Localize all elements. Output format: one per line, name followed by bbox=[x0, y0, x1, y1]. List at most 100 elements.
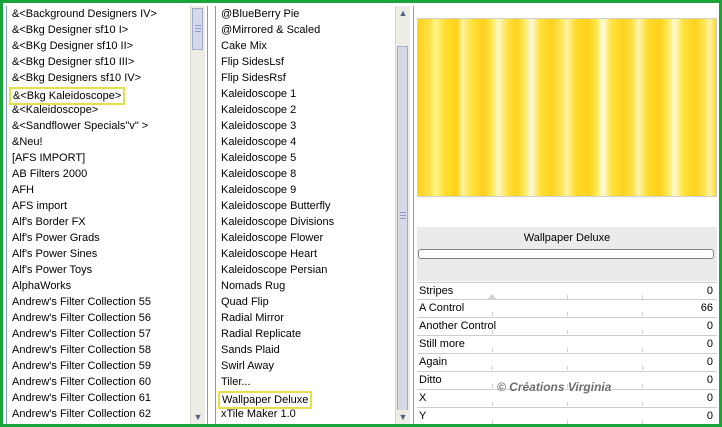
filter-item[interactable]: Kaleidoscope 9 bbox=[221, 183, 296, 198]
filter-item[interactable]: Cake Mix bbox=[221, 39, 267, 54]
control-value: 0 bbox=[706, 410, 713, 422]
control-label: Y bbox=[419, 410, 427, 422]
filter-item[interactable]: Kaleidoscope Persian bbox=[221, 263, 327, 278]
category-item[interactable]: Andrew's Filter Collection 59 bbox=[12, 359, 151, 374]
filter-item[interactable]: Sands Plaid bbox=[221, 343, 280, 358]
filter-item[interactable]: Kaleidoscope 5 bbox=[221, 151, 296, 166]
slider-tick bbox=[642, 348, 643, 352]
category-item[interactable]: Andrew's Filter Collection 60 bbox=[12, 375, 151, 390]
category-item[interactable]: Andrew's Filter Collection 61 bbox=[12, 391, 151, 406]
filter-list-scrollbar[interactable]: ▲ ▼ bbox=[395, 6, 410, 424]
control-label: Stripes bbox=[419, 285, 454, 297]
category-item[interactable]: Andrew's Filter Collection 62 bbox=[12, 407, 151, 422]
category-item[interactable]: &<Bkg Designers sf10 IV> bbox=[12, 71, 141, 86]
filter-item[interactable]: @BlueBerry Pie bbox=[221, 7, 299, 22]
category-item[interactable]: Andrew's Filter Collection 55 bbox=[12, 295, 151, 310]
filter-item[interactable]: Swirl Away bbox=[221, 359, 274, 374]
filter-item[interactable]: Kaleidoscope Butterfly bbox=[221, 199, 330, 214]
category-item[interactable]: AlphaWorks bbox=[12, 279, 71, 294]
filter-item[interactable]: Flip SidesLsf bbox=[221, 55, 284, 70]
category-item[interactable]: &Neu! bbox=[12, 135, 43, 150]
control-label: X bbox=[419, 392, 427, 404]
control-row-a-control[interactable]: A Control 66 bbox=[417, 294, 717, 316]
slider-tick bbox=[642, 312, 643, 316]
slider-tick bbox=[642, 384, 643, 388]
category-item[interactable]: Andrew's Filter Collection 56 bbox=[12, 311, 151, 326]
category-item[interactable]: &<Background Designers IV> bbox=[12, 7, 157, 22]
category-item[interactable]: Alf's Border FX bbox=[12, 215, 86, 230]
filter-item[interactable]: Radial Mirror bbox=[221, 311, 284, 326]
category-item[interactable]: Alf's Power Toys bbox=[12, 263, 92, 278]
slider-tick bbox=[492, 366, 493, 370]
slider-tick bbox=[567, 420, 568, 424]
filter-dialog: &<Background Designers IV> &<Bkg Designer… bbox=[0, 0, 722, 427]
control-row-y[interactable]: Y 0 bbox=[417, 407, 717, 424]
slider-tick bbox=[642, 366, 643, 370]
slider-tick bbox=[492, 312, 493, 316]
category-item[interactable]: Alf's Power Grads bbox=[12, 231, 100, 246]
filter-item[interactable]: Kaleidoscope 4 bbox=[221, 135, 296, 150]
control-label: Ditto bbox=[419, 374, 442, 386]
filter-item[interactable]: Kaleidoscope 1 bbox=[221, 87, 296, 102]
category-item[interactable]: &<BKg Designer sf10 II> bbox=[12, 39, 133, 54]
filter-item[interactable]: Radial Replicate bbox=[221, 327, 301, 342]
filter-list[interactable]: @BlueBerry Pie @Mirrored & Scaled Cake Mix… bbox=[215, 6, 414, 424]
chevron-up-icon[interactable]: ▲ bbox=[396, 6, 410, 20]
control-label: Again bbox=[419, 356, 448, 368]
control-row-another-control[interactable]: Another Control 0 bbox=[417, 317, 717, 334]
category-item[interactable]: AFH bbox=[12, 183, 34, 198]
slider-tick bbox=[567, 330, 568, 334]
slider-tick bbox=[567, 348, 568, 352]
slider-tick bbox=[642, 420, 643, 424]
control-value: 66 bbox=[700, 302, 713, 314]
filter-preview bbox=[417, 18, 717, 197]
progress-area bbox=[417, 249, 717, 281]
filter-item[interactable]: Kaleidoscope Heart bbox=[221, 247, 317, 262]
filter-item[interactable]: Quad Flip bbox=[221, 295, 269, 310]
control-row-still-more[interactable]: Still more 0 bbox=[417, 335, 717, 352]
category-item[interactable]: AFS import bbox=[12, 199, 67, 214]
slider-tick bbox=[642, 330, 643, 334]
slider-tick bbox=[492, 420, 493, 424]
control-value: 0 bbox=[706, 320, 713, 332]
filter-list-scroll-thumb[interactable] bbox=[397, 46, 408, 413]
category-item[interactable]: &<Bkg Designer sf10 I> bbox=[12, 23, 128, 38]
slider-tick bbox=[492, 330, 493, 334]
slider-tick bbox=[567, 402, 568, 406]
filter-item[interactable]: Flip SidesRsf bbox=[221, 71, 286, 86]
control-value: 0 bbox=[706, 374, 713, 386]
filter-item[interactable]: Tiler... bbox=[221, 375, 251, 390]
category-item[interactable]: &<Sandflower Specials"v" > bbox=[12, 119, 148, 134]
control-row-again[interactable]: Again 0 bbox=[417, 353, 717, 370]
filter-item[interactable]: Nomads Rug bbox=[221, 279, 285, 294]
slider-tick bbox=[492, 348, 493, 352]
category-list-scrollbar[interactable]: ▲ ▼ bbox=[190, 6, 205, 424]
category-item[interactable]: &<Bkg Designer sf10 III> bbox=[12, 55, 134, 70]
slider-tick bbox=[567, 366, 568, 370]
filter-item[interactable]: Kaleidoscope 3 bbox=[221, 119, 296, 134]
control-row-stripes[interactable]: Stripes 0 bbox=[417, 282, 717, 299]
filter-item[interactable]: @Mirrored & Scaled bbox=[221, 23, 320, 38]
progress-bar bbox=[418, 249, 714, 259]
slider-tick bbox=[492, 402, 493, 406]
category-item[interactable]: [AFS IMPORT] bbox=[12, 151, 85, 166]
filter-item[interactable]: Kaleidoscope 2 bbox=[221, 103, 296, 118]
watermark: © Créations Virginia bbox=[497, 380, 612, 394]
chevron-down-icon[interactable]: ▼ bbox=[396, 410, 410, 424]
chevron-down-icon[interactable]: ▼ bbox=[191, 410, 205, 424]
filter-item[interactable]: xTile Maker 1.0 bbox=[221, 407, 296, 422]
category-list[interactable]: &<Background Designers IV> &<Bkg Designer… bbox=[6, 6, 208, 424]
category-item[interactable]: Alf's Power Sines bbox=[12, 247, 97, 262]
slider-tick bbox=[492, 384, 493, 388]
category-item[interactable]: Andrew's Filter Collection 57 bbox=[12, 327, 151, 342]
control-label: Another Control bbox=[419, 320, 497, 332]
category-list-scroll-thumb[interactable] bbox=[192, 8, 203, 50]
filter-item[interactable]: Kaleidoscope 8 bbox=[221, 167, 296, 182]
category-item[interactable]: &<Kaleidoscope> bbox=[12, 103, 98, 118]
filter-item[interactable]: Kaleidoscope Divisions bbox=[221, 215, 334, 230]
filter-item[interactable]: Kaleidoscope Flower bbox=[221, 231, 323, 246]
category-item[interactable]: AB Filters 2000 bbox=[12, 167, 87, 182]
category-item[interactable]: Andrew's Filter Collection 58 bbox=[12, 343, 151, 358]
slider-handle[interactable] bbox=[487, 294, 497, 300]
slider-tick bbox=[567, 312, 568, 316]
